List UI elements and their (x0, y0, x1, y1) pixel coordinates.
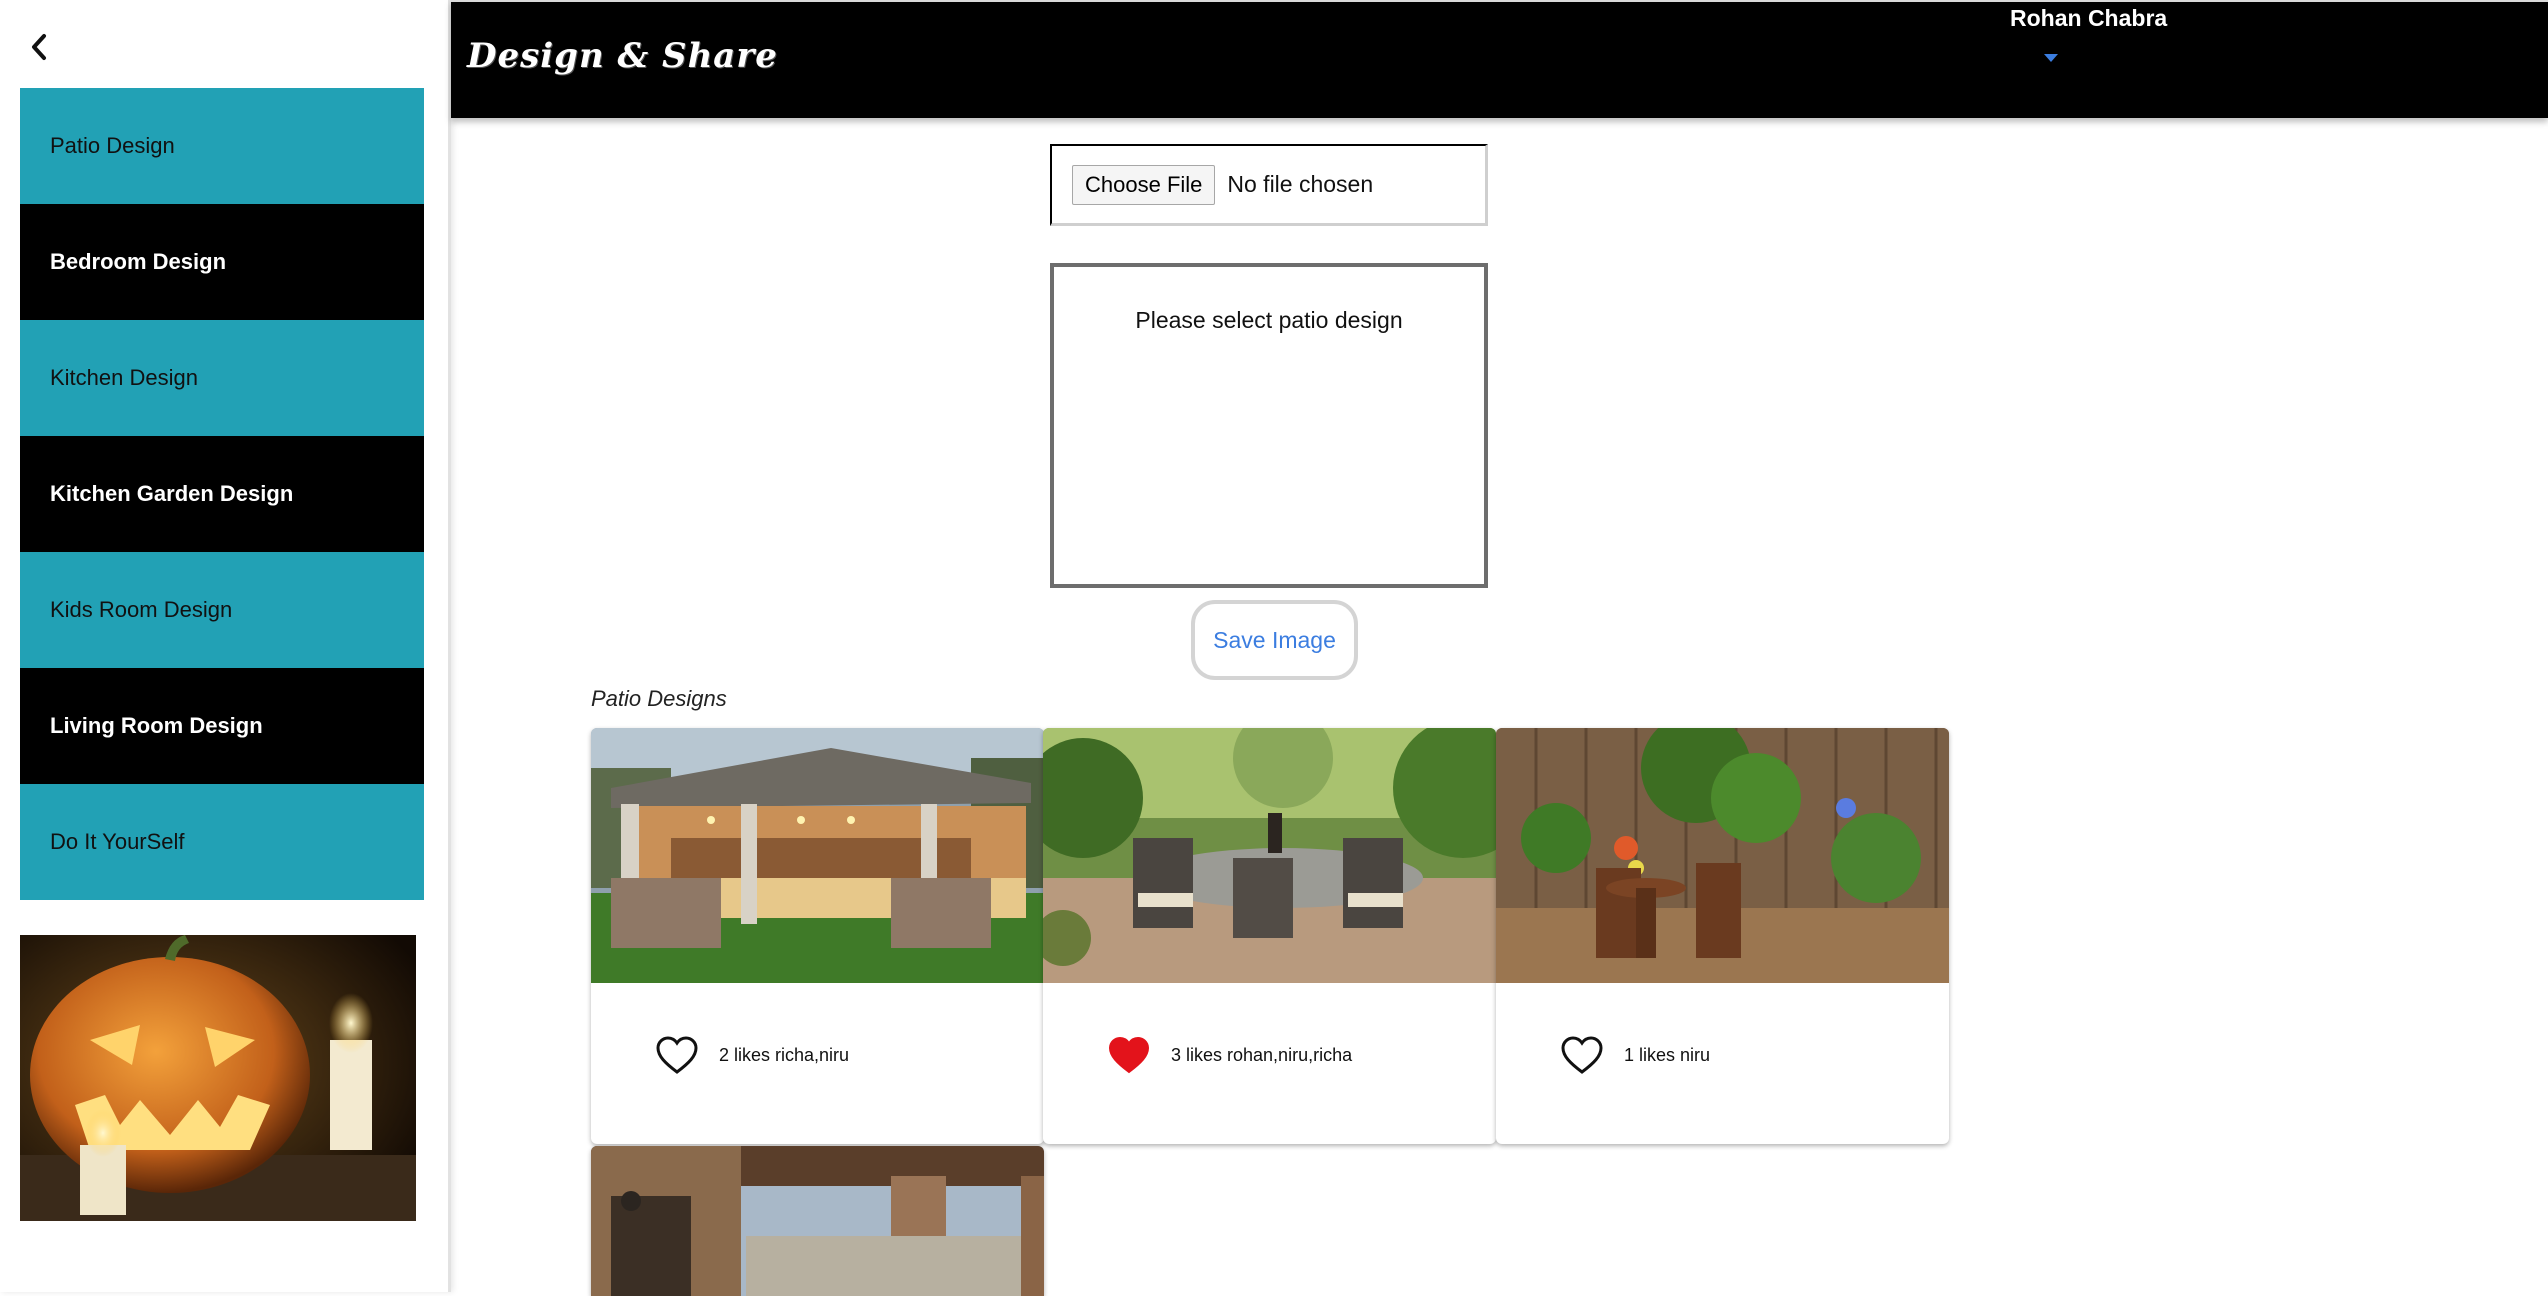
nav-item-label: Bedroom Design (50, 249, 227, 274)
preview-message: Please select patio design (1135, 307, 1403, 333)
likes-row: 3 likes rohan,niru,richa (1107, 1035, 1352, 1075)
nav-item-label: Kitchen Design (50, 365, 198, 390)
section-title: Patio Designs (591, 686, 727, 711)
garden-bistro-image[interactable] (1496, 728, 1949, 983)
nav-item-label: Patio Design (50, 133, 175, 158)
sidebar: Patio Design Bedroom Design Kitchen Desi… (0, 0, 451, 1292)
app-logo[interactable]: Design & Share (467, 36, 778, 76)
nav-item-living-room-design[interactable]: Living Room Design (20, 668, 424, 784)
design-card: 2 likes richa,niru (591, 728, 1044, 1144)
nav-item-kitchen-design[interactable]: Kitchen Design (20, 320, 424, 436)
promo-image-halloween (20, 935, 416, 1221)
file-input[interactable]: Choose File No file chosen (1050, 144, 1488, 226)
category-nav: Patio Design Bedroom Design Kitchen Desi… (20, 88, 424, 900)
save-image-button[interactable]: Save Image (1191, 600, 1358, 680)
choose-file-button[interactable]: Choose File (1072, 164, 1216, 205)
nav-item-label: Kids Room Design (50, 597, 233, 622)
nav-item-label: Do It YourSelf (50, 829, 185, 854)
likes-text: 2 likes richa,niru (719, 1044, 850, 1065)
stone-porch-image[interactable] (591, 1146, 1044, 1296)
likes-row: 1 likes niru (1560, 1035, 1710, 1075)
nav-item-label: Kitchen Garden Design (50, 481, 294, 506)
app-header: Design & Share Rohan Chabra (451, 0, 2548, 118)
nav-item-kids-room-design[interactable]: Kids Room Design (20, 552, 424, 668)
image-preview: Please select patio design (1050, 263, 1488, 588)
patio-dining-image[interactable] (1043, 728, 1496, 983)
back-button[interactable] (22, 30, 56, 64)
nav-item-label: Living Room Design (50, 713, 263, 738)
heart-filled-icon[interactable] (1107, 1035, 1151, 1075)
patio-pavilion-image[interactable] (591, 728, 1044, 983)
design-card: 1 likes niru (1496, 728, 1949, 1144)
design-card-partial (591, 1146, 1044, 1296)
heart-outline-icon[interactable] (655, 1035, 699, 1075)
chevron-left-icon (32, 34, 46, 60)
heart-outline-icon[interactable] (1560, 1035, 1604, 1075)
user-name[interactable]: Rohan Chabra (2010, 5, 2167, 32)
likes-row: 2 likes richa,niru (655, 1035, 849, 1075)
caret-down-icon[interactable] (2044, 54, 2058, 62)
nav-item-kitchen-garden-design[interactable]: Kitchen Garden Design (20, 436, 424, 552)
nav-item-do-it-yourself[interactable]: Do It YourSelf (20, 784, 424, 900)
nav-item-bedroom-design[interactable]: Bedroom Design (20, 204, 424, 320)
likes-text: 3 likes rohan,niru,richa (1171, 1044, 1353, 1065)
file-status-text: No file chosen (1227, 171, 1374, 197)
likes-text: 1 likes niru (1624, 1044, 1711, 1065)
design-card: 3 likes rohan,niru,richa (1043, 728, 1496, 1144)
nav-item-patio-design[interactable]: Patio Design (20, 88, 424, 204)
